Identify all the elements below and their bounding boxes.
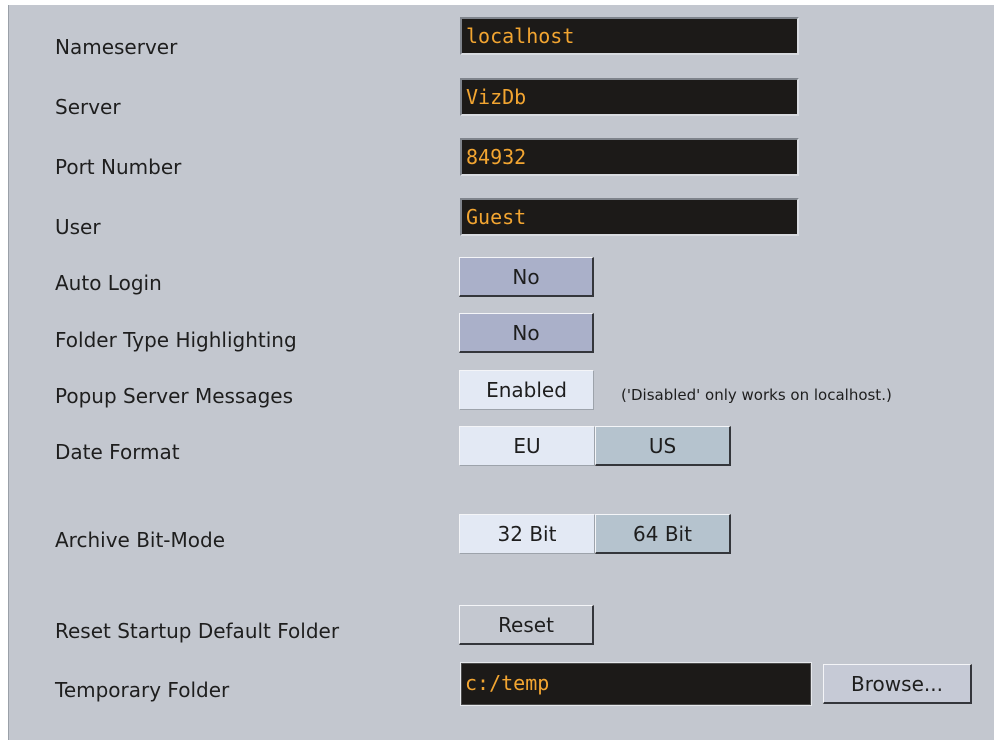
browse-button[interactable]: Browse...: [823, 664, 972, 704]
popup-server-messages-toggle[interactable]: Enabled: [459, 370, 594, 410]
popup-server-messages-label: Popup Server Messages: [55, 384, 294, 408]
archive-bit-mode-option-64[interactable]: 64 Bit: [595, 514, 731, 554]
popup-server-messages-note: ('Disabled' only works on localhost.): [621, 386, 892, 404]
archive-bit-mode-option-32[interactable]: 32 Bit: [459, 514, 595, 554]
archive-bit-mode-label: Archive Bit-Mode: [55, 528, 226, 552]
reset-startup-folder-label: Reset Startup Default Folder: [55, 619, 340, 643]
temporary-folder-label: Temporary Folder: [55, 678, 230, 702]
date-format-option-us[interactable]: US: [595, 426, 731, 466]
server-input[interactable]: VizDb: [460, 78, 799, 116]
user-label: User: [55, 215, 101, 239]
user-input[interactable]: Guest: [460, 198, 799, 236]
temporary-folder-input[interactable]: c:/temp: [460, 662, 812, 706]
port-number-input[interactable]: 84932: [460, 138, 799, 176]
folder-type-highlighting-toggle[interactable]: No: [459, 313, 594, 353]
nameserver-input[interactable]: localhost: [460, 17, 799, 55]
reset-button[interactable]: Reset: [459, 605, 594, 645]
date-format-label: Date Format: [55, 440, 180, 464]
server-label: Server: [55, 95, 121, 119]
port-number-label: Port Number: [55, 155, 182, 179]
settings-panel: Nameserver localhost Server VizDb Port N…: [8, 5, 994, 740]
date-format-option-eu[interactable]: EU: [459, 426, 595, 466]
folder-type-highlighting-label: Folder Type Highlighting: [55, 328, 297, 352]
auto-login-toggle[interactable]: No: [459, 257, 594, 297]
auto-login-label: Auto Login: [55, 271, 162, 295]
nameserver-label: Nameserver: [55, 35, 178, 59]
